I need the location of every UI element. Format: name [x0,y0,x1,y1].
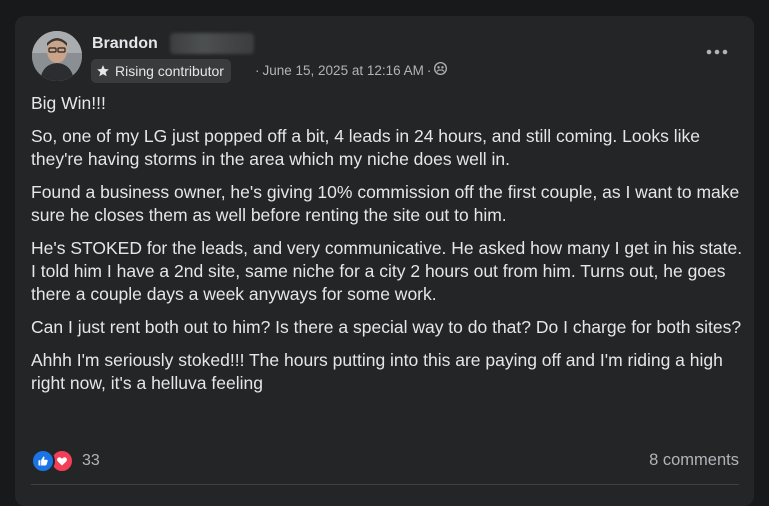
post-paragraph: Found a business owner, he's giving 10% … [31,182,740,225]
contributor-badge[interactable]: Rising contributor [91,59,231,83]
star-icon [97,65,109,77]
post-timestamp[interactable]: June 15, 2025 at 12:16 AM [263,62,424,80]
post-card: Brandon Rising contributor · June 15, 20… [15,16,754,506]
redacted-surname [170,33,254,54]
post-meta: · June 15, 2025 at 12:16 AM · [255,62,448,80]
post-paragraph: Ahhh I'm seriously stoked!!! The hours p… [31,350,723,393]
post-paragraph: He's STOKED for the leads, and very comm… [31,238,743,304]
group-audience-icon[interactable] [434,62,448,80]
footer-divider [31,484,739,485]
post-footer: 33 8 comments [31,449,739,475]
badge-label: Rising contributor [115,63,224,79]
author-name[interactable]: Brandon [92,34,158,54]
post-paragraph: So, one of my LG just popped off a bit, … [31,126,700,169]
like-reaction-icon [31,449,55,473]
comments-count-link[interactable]: 8 comments [649,451,739,470]
post-paragraph: Big Win!!! [31,93,106,113]
post-body: Big Win!!! So, one of my LG just popped … [31,92,743,405]
more-options-button[interactable] [699,38,735,66]
post-paragraph: Can I just rent both out to him? Is ther… [31,317,742,337]
more-options-icon [706,49,728,55]
reaction-count: 33 [82,452,100,469]
reactions-summary[interactable]: 33 [31,449,100,473]
meta-separator: · [255,63,260,78]
meta-separator-2: · [426,63,432,78]
author-avatar[interactable] [32,31,82,81]
